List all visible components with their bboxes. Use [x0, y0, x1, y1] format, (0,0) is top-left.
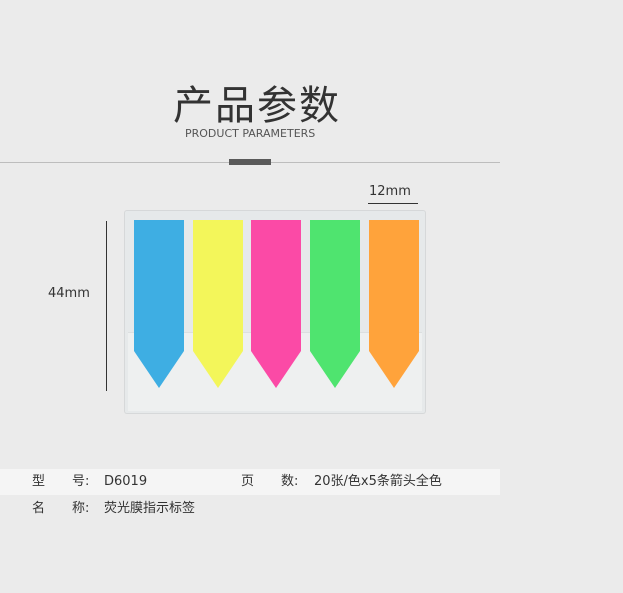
model-label-part1: 型	[32, 474, 46, 489]
width-dimension-label: 12mm	[369, 184, 411, 199]
height-dimension-line	[106, 221, 107, 391]
model-label-part2: 号:	[72, 474, 90, 489]
pages-value: 20张/色x5条箭头全色	[314, 474, 442, 489]
product-image	[124, 210, 426, 414]
width-dimension-line	[368, 203, 418, 204]
spec-row-name: 名 称: 荧光膜指示标签	[0, 496, 500, 522]
name-label-part1: 名	[32, 501, 46, 516]
title-accent-bar	[229, 159, 271, 165]
name-label-part2: 称:	[72, 501, 90, 516]
product-parameters-page: { "header": { "title_cn": "产品参数", "title…	[0, 0, 623, 593]
page-title: 产品参数	[173, 83, 341, 129]
pages-label-part1: 页	[241, 474, 255, 489]
spec-row-model: 型 号: D6019 页 数: 20张/色x5条箭头全色	[0, 469, 500, 495]
name-value: 荧光膜指示标签	[104, 501, 196, 516]
height-dimension-label: 44mm	[48, 286, 90, 301]
page-subtitle: PRODUCT PARAMETERS	[185, 127, 316, 140]
pages-label-part2: 数:	[281, 474, 299, 489]
model-value: D6019	[104, 474, 148, 489]
